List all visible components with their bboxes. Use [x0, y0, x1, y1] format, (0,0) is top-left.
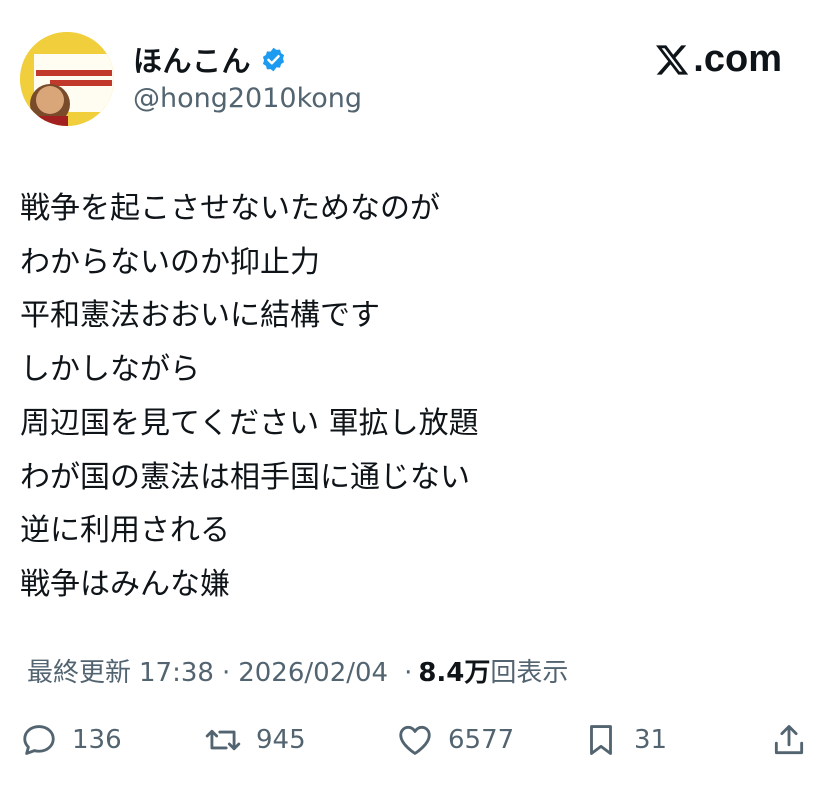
- tweet-line: 戦争はみんな嫌: [20, 566, 230, 602]
- tweet-line: 戦争を起こさせないためなのが: [20, 191, 440, 226]
- tweet-line: わからないのか抑止力: [20, 244, 320, 280]
- heart-icon: [399, 725, 431, 755]
- like-count: 6577: [448, 725, 515, 755]
- meta-separator: ·: [221, 658, 231, 688]
- updated-label: 最終更新: [27, 658, 132, 688]
- bookmark-button[interactable]: 31: [582, 716, 667, 764]
- repost-count: 945: [256, 725, 306, 755]
- tweet-line: 平和憲法おおいに結構です: [20, 298, 380, 334]
- share-button[interactable]: [770, 716, 808, 764]
- post-time[interactable]: 17:38: [139, 658, 214, 688]
- views-separator: ·: [404, 658, 413, 688]
- views-count: 8.4万: [418, 658, 491, 688]
- share-icon: [774, 725, 804, 755]
- avatar[interactable]: [20, 32, 114, 126]
- tweet-meta: 最終更新 17:38 · 2026/02/04 · 8.4万 回表示: [27, 652, 568, 689]
- post-date[interactable]: 2026/02/04: [238, 658, 388, 688]
- action-bar: 136 945 6577 31: [0, 716, 828, 764]
- tweet-text: 戦争を起こさせないためなのが わからないのか抑止力 平和憲法おおいに結構です し…: [20, 182, 479, 612]
- x-logo-icon: [656, 44, 689, 75]
- user-handle[interactable]: @hong2010kong: [133, 83, 362, 114]
- verified-badge-icon: [262, 47, 285, 71]
- tweet-line: 周辺国を見てください 軍拡し放題: [20, 405, 479, 441]
- views-label: 回表示: [490, 658, 569, 688]
- brand-label: .com: [693, 38, 782, 80]
- bookmark-count: 31: [634, 725, 668, 755]
- name-row: ほんこん: [133, 38, 287, 80]
- like-button[interactable]: 6577: [396, 716, 514, 764]
- reply-button[interactable]: 136: [20, 716, 122, 764]
- tweet-line: 逆に利用される: [20, 513, 230, 549]
- tweet-line: しかしながら: [20, 352, 200, 388]
- repost-button[interactable]: 945: [204, 716, 306, 764]
- repost-icon: [205, 729, 241, 751]
- tweet-line: わが国の憲法は相手国に通じない: [20, 459, 470, 495]
- reply-icon: [23, 725, 55, 755]
- display-name[interactable]: ほんこん: [133, 38, 251, 80]
- reply-count: 136: [72, 725, 122, 755]
- x-com-brand: .com: [653, 38, 782, 81]
- bookmark-icon: [590, 725, 612, 755]
